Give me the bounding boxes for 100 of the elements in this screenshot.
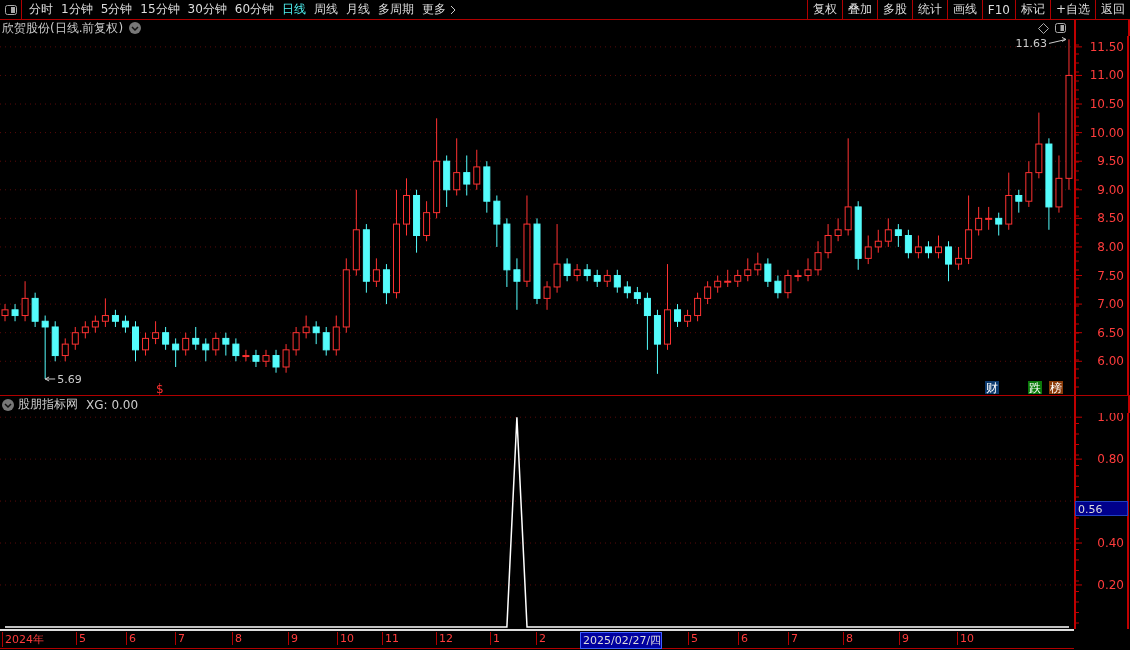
candle: [1025, 160, 1033, 208]
dropdown-icon[interactable]: [129, 22, 142, 34]
candle: [563, 257, 571, 282]
candle: [894, 223, 902, 248]
date-axis-label: 11: [382, 632, 399, 645]
date-axis-label: 8: [232, 632, 242, 645]
price-tick-label: 9.00: [1097, 182, 1124, 197]
candle: [583, 263, 591, 282]
candle: [91, 315, 99, 334]
candle: [955, 246, 963, 271]
candle: [232, 337, 240, 362]
chevron-icon: [450, 4, 457, 15]
candle: [292, 326, 300, 357]
date-axis-label: 9: [288, 632, 298, 645]
candle: [172, 337, 180, 368]
candle: [904, 229, 912, 259]
period-tab[interactable]: 更多: [418, 1, 461, 18]
period-tab[interactable]: 多周期: [374, 1, 419, 18]
period-tab[interactable]: 30分钟: [183, 1, 231, 18]
low-price-pointer: [44, 376, 56, 382]
period-tab[interactable]: 1分钟: [57, 1, 97, 18]
candle: [242, 349, 250, 362]
period-tab[interactable]: 月线: [342, 1, 375, 18]
candle: [744, 257, 752, 282]
date-axis-label: 5: [688, 632, 698, 645]
candle: [21, 280, 29, 322]
chart-title: 欣贺股份(日线.前复权): [2, 19, 124, 37]
price-tick-label: 7.00: [1097, 297, 1124, 312]
period-tab[interactable]: 15分钟: [136, 1, 184, 18]
candle: [362, 223, 370, 294]
candle: [142, 332, 150, 357]
candle: [774, 275, 782, 299]
candle: [914, 235, 922, 259]
candle: [382, 263, 390, 305]
candle: [824, 223, 832, 259]
candle: [935, 235, 942, 259]
candle: [262, 349, 270, 368]
price-tick-label: 10.00: [1089, 125, 1124, 140]
candle: [71, 326, 79, 351]
date-axis-label: 2024年: [2, 632, 44, 647]
price-tick-label: 11.00: [1089, 68, 1124, 83]
info-badge[interactable]: 跌: [1028, 381, 1042, 395]
candle: [864, 235, 872, 265]
candle: [674, 303, 681, 328]
period-tab[interactable]: 周线: [310, 1, 343, 18]
period-tab[interactable]: 日线: [278, 1, 311, 18]
candle: [312, 320, 320, 345]
candle: [1055, 155, 1063, 214]
candle: [11, 303, 19, 322]
candle: [152, 320, 160, 345]
candle: [734, 269, 742, 288]
candle: [633, 286, 641, 305]
price-tick-label: 8.00: [1097, 239, 1124, 254]
price-tick-label: 6.00: [1097, 354, 1124, 369]
candle: [443, 155, 451, 208]
candle: [995, 212, 1003, 236]
candle: [784, 269, 792, 299]
date-axis-label: 2: [536, 632, 546, 645]
candle: [924, 240, 932, 259]
candle: [272, 349, 280, 374]
price-tick-label: 9.50: [1097, 154, 1124, 169]
period-tab[interactable]: 5分钟: [96, 1, 137, 18]
candle: [613, 269, 621, 294]
candle: [593, 269, 601, 288]
candle: [81, 320, 89, 339]
candle: [965, 195, 973, 265]
date-axis-label: 2025/02/27/四: [580, 632, 663, 649]
candle: [302, 315, 310, 339]
indicator-tick-label: 0.40: [1097, 536, 1124, 550]
candle: [132, 320, 139, 362]
high-price-pointer: [1048, 36, 1067, 44]
panel-toggle-icon[interactable]: [1055, 23, 1066, 33]
info-badge[interactable]: 财: [985, 381, 999, 395]
candle: [423, 200, 431, 242]
candle: [975, 206, 983, 236]
candle: [513, 257, 521, 311]
candle: [884, 217, 892, 248]
candle: [1015, 189, 1023, 214]
candle: [623, 280, 631, 299]
dropdown-icon[interactable]: [2, 398, 14, 411]
date-axis-label: 10: [957, 632, 974, 645]
candle: [704, 280, 712, 305]
candle: [473, 149, 481, 191]
indicator-tick-label: 0.80: [1097, 452, 1124, 467]
candle: [985, 206, 993, 231]
candle: [101, 297, 109, 328]
candle: [463, 155, 471, 196]
candle: [121, 315, 129, 334]
period-tab[interactable]: 60分钟: [230, 1, 279, 18]
candle: [41, 315, 49, 380]
candle: [603, 269, 611, 288]
date-axis-label: 9: [899, 632, 909, 645]
info-badge[interactable]: 榜: [1049, 381, 1063, 395]
cursor-value-label: 0.56: [1075, 501, 1128, 517]
low-price-label: 5.69: [57, 373, 82, 386]
period-tab[interactable]: 分时: [25, 1, 57, 18]
high-price-label: 11.63: [1015, 37, 1047, 51]
candle: [834, 217, 842, 242]
date-axis-label: 7: [175, 632, 185, 645]
diamond-icon[interactable]: [1038, 22, 1049, 34]
